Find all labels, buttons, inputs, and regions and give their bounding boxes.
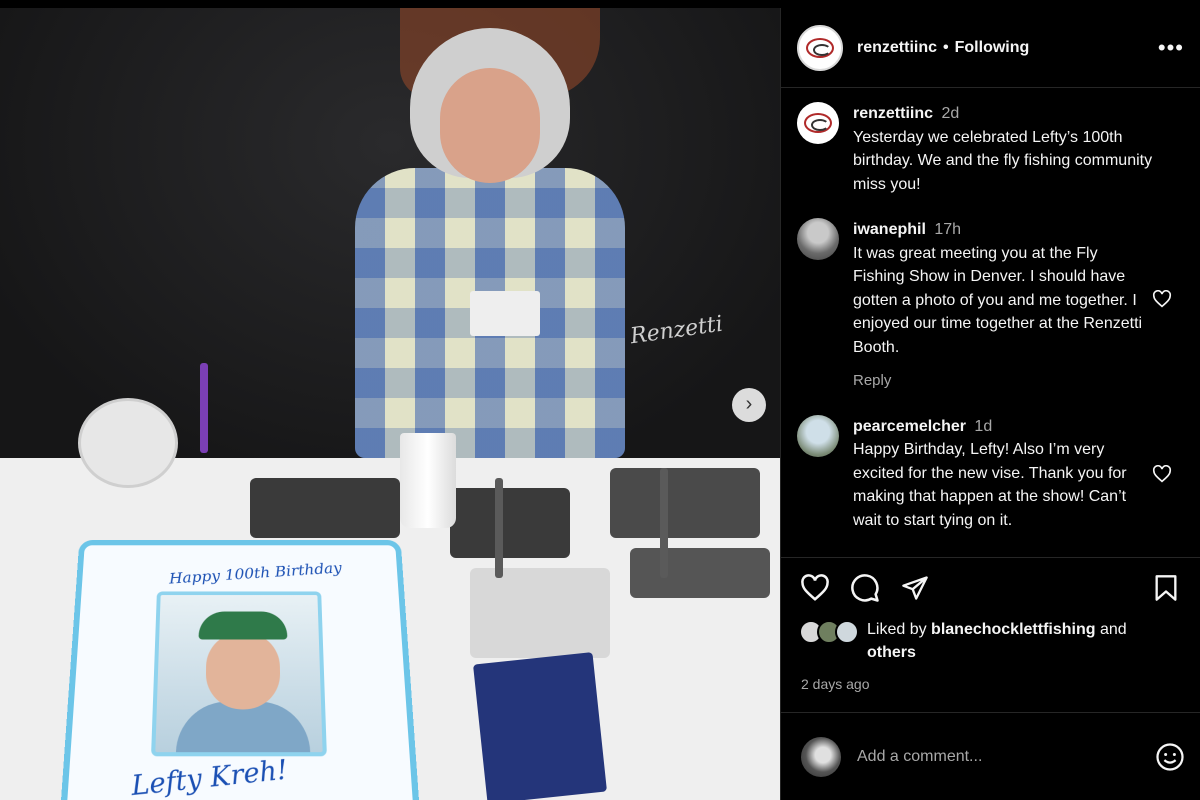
- comment-button[interactable]: [849, 572, 881, 604]
- emoji-icon[interactable]: [1155, 742, 1185, 772]
- renzetti-logo-icon: [806, 37, 834, 58]
- photo-person: [335, 28, 645, 458]
- vise-base: [630, 548, 770, 598]
- next-arrow-icon[interactable]: ›: [732, 388, 766, 422]
- likes-summary[interactable]: Liked by blanechocklettfishing and other…: [781, 618, 1200, 664]
- vise-stem: [660, 468, 668, 578]
- vise-stem: [200, 363, 208, 453]
- bookmark-icon: [1155, 575, 1177, 601]
- likes-others[interactable]: others: [867, 644, 916, 661]
- caption-text: Yesterday we celebrated Lefty’s 100th bi…: [853, 128, 1153, 193]
- comment-item: pearcemelcher 1d Happy Birthday, Lefty! …: [797, 414, 1184, 533]
- header-separator: •: [943, 38, 949, 56]
- vise-stem: [495, 478, 503, 578]
- liked-by-user[interactable]: blanechocklettfishing: [931, 621, 1095, 638]
- name-badge: [470, 291, 540, 336]
- more-icon[interactable]: •••: [1158, 35, 1184, 61]
- following-button[interactable]: Following: [955, 39, 1030, 57]
- caption-time[interactable]: 2d: [941, 105, 959, 122]
- comment-icon: [851, 574, 879, 602]
- reply-button[interactable]: Reply: [853, 369, 1153, 393]
- share-icon: [902, 576, 928, 600]
- tool-tray: [250, 478, 400, 538]
- comment-time[interactable]: 17h: [934, 221, 961, 238]
- renzetti-logo-icon: [804, 113, 832, 133]
- comment-item: iwanephil 17h It was great meeting you a…: [797, 218, 1184, 393]
- post-header: renzettiinc • Following •••: [781, 8, 1200, 88]
- heart-icon[interactable]: [1152, 290, 1172, 308]
- birthday-cake: Happy 100th Birthday Lefty Kreh!: [59, 540, 421, 800]
- add-comment-bar: [781, 712, 1200, 800]
- share-button[interactable]: [899, 572, 931, 604]
- comment-time[interactable]: 1d: [974, 418, 992, 435]
- likes-middle: and: [1099, 621, 1127, 638]
- liker-avatars: [799, 620, 859, 644]
- cake-portrait: [151, 591, 327, 757]
- heart-icon: [801, 574, 829, 601]
- paper-cup: [400, 433, 456, 528]
- comment-text: Happy Birthday, Lefty! Also I’m very exc…: [853, 441, 1127, 529]
- like-button[interactable]: [799, 572, 831, 604]
- comment-text: It was great meeting you at the Fly Fish…: [853, 244, 1143, 356]
- cake-signature: Lefty Kreh!: [130, 754, 290, 800]
- caption-avatar[interactable]: [797, 102, 839, 144]
- action-bar: [781, 558, 1200, 618]
- post-panel: renzettiinc • Following ••• renzettiinc …: [780, 8, 1200, 800]
- thread-spool: [78, 398, 178, 488]
- caption-username[interactable]: renzettiinc: [853, 105, 933, 122]
- comments-list[interactable]: renzettiinc 2d Yesterday we celebrated L…: [781, 88, 1200, 558]
- likes-prefix: Liked by: [867, 621, 927, 638]
- commenter-avatar[interactable]: [797, 414, 839, 457]
- vise-base: [610, 468, 760, 538]
- napkins: [473, 652, 607, 800]
- comment-username[interactable]: iwanephil: [853, 221, 926, 238]
- author-avatar[interactable]: [797, 24, 843, 71]
- save-button[interactable]: [1150, 572, 1182, 604]
- post-date[interactable]: 2 days ago: [781, 664, 1200, 692]
- comment-username[interactable]: pearcemelcher: [853, 418, 966, 435]
- heart-icon[interactable]: [1152, 464, 1172, 483]
- comment-input[interactable]: [857, 747, 1155, 766]
- commenter-avatar[interactable]: [797, 218, 839, 260]
- acrylic-base: [470, 568, 610, 658]
- author-username[interactable]: renzettiinc: [857, 39, 937, 57]
- vise-base: [450, 488, 570, 558]
- cake-text: Happy 100th Birthday: [168, 559, 343, 588]
- current-user-avatar: [801, 736, 841, 777]
- post-photo[interactable]: Renzetti Happy 100th Birthday Lefty Kreh…: [0, 8, 780, 800]
- caption: renzettiinc 2d Yesterday we celebrated L…: [797, 102, 1184, 196]
